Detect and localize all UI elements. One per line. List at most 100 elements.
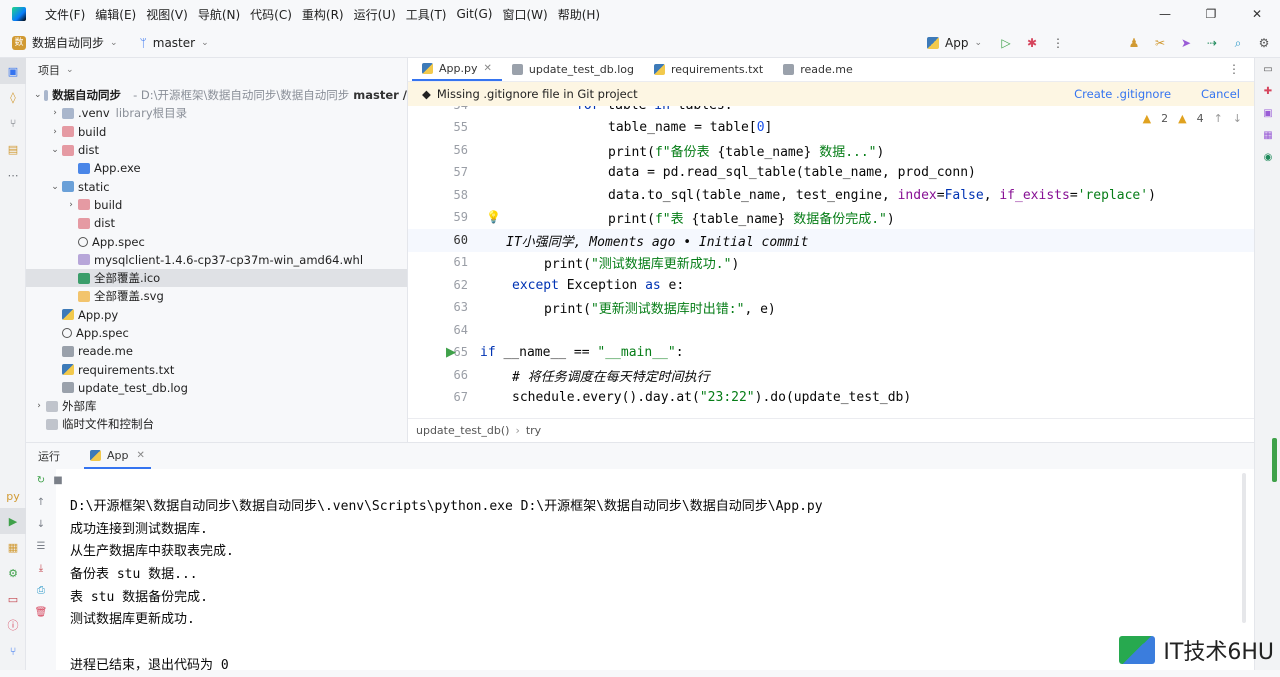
bookmarks-icon[interactable]: ▤ bbox=[0, 136, 26, 162]
run-icon[interactable]: ▷ bbox=[998, 35, 1014, 51]
breadcrumb-function[interactable]: update_test_db() bbox=[416, 424, 509, 437]
menu-view[interactable]: 视图(V) bbox=[141, 6, 193, 23]
stop-icon[interactable]: ■ bbox=[48, 469, 68, 491]
scroll-down-icon[interactable]: ↓ bbox=[26, 513, 56, 535]
scroll-to-end-icon[interactable]: ⤓ bbox=[26, 557, 56, 579]
print-icon[interactable]: ⎙ bbox=[26, 579, 56, 601]
cancel-link[interactable]: Cancel bbox=[1201, 87, 1240, 101]
tab-reade-me[interactable]: reade.me bbox=[773, 57, 863, 81]
scroll-indicator[interactable] bbox=[1272, 438, 1277, 482]
arrow-up-icon[interactable]: ↑ bbox=[1214, 112, 1223, 125]
menu-file[interactable]: 文件(F) bbox=[40, 6, 90, 23]
ai-assistant-icon[interactable]: ✚ bbox=[1255, 80, 1280, 102]
menu-code[interactable]: 代码(C) bbox=[245, 6, 297, 23]
inspection-widget[interactable]: ▲ 2 ▲ 4 ↑ ↓ bbox=[1143, 112, 1242, 125]
menu-edit[interactable]: 编辑(E) bbox=[90, 6, 141, 23]
chevron-right-icon[interactable]: › bbox=[50, 108, 60, 118]
menu-tools[interactable]: 工具(T) bbox=[401, 6, 452, 23]
lightbulb-icon[interactable]: 💡 bbox=[486, 210, 501, 224]
breadcrumb-try[interactable]: try bbox=[526, 424, 541, 437]
chevron-right-icon[interactable]: › bbox=[66, 200, 76, 210]
tree-item[interactable]: mysqlclient-1.4.6-cp37-cp37m-win_amd64.w… bbox=[26, 251, 407, 269]
close-tab-icon[interactable]: ✕ bbox=[483, 63, 491, 74]
tree-item[interactable]: ⌄dist bbox=[26, 141, 407, 159]
git-push-icon[interactable]: ⇢ bbox=[1204, 35, 1220, 51]
problems-icon[interactable]: ⓘ bbox=[0, 612, 26, 638]
tab-label: update_test_db.log bbox=[529, 63, 634, 76]
tree-item[interactable]: 全部覆盖.ico bbox=[26, 269, 407, 287]
run-gutter-icon[interactable]: ▶ bbox=[446, 345, 456, 360]
run-config-selector[interactable]: App ⌄ bbox=[921, 36, 988, 50]
settings-icon[interactable]: ⚙ bbox=[1256, 35, 1272, 51]
tree-item[interactable]: App.spec bbox=[26, 232, 407, 250]
menu-help[interactable]: 帮助(H) bbox=[553, 6, 605, 23]
create-gitignore-link[interactable]: Create .gitignore bbox=[1074, 87, 1171, 101]
more-tabs-icon[interactable]: ⋮ bbox=[1228, 57, 1240, 81]
tab-app-py[interactable]: App.py ✕ bbox=[412, 57, 502, 81]
menu-window[interactable]: 窗口(W) bbox=[497, 6, 552, 23]
chevron-right-icon[interactable]: › bbox=[50, 127, 60, 137]
more-icon[interactable]: ⋮ bbox=[1050, 35, 1066, 51]
run-tab-app[interactable]: App ✕ bbox=[84, 443, 151, 469]
branch-switcher[interactable]: ᛘ master ⌄ bbox=[134, 36, 215, 50]
database-icon[interactable]: ▦ bbox=[1255, 124, 1280, 146]
tab-update-test-db-log[interactable]: update_test_db.log bbox=[502, 57, 644, 81]
pull-requests-icon[interactable]: ⑂ bbox=[0, 110, 26, 136]
chevron-down-icon[interactable]: ⌄ bbox=[50, 182, 60, 192]
coverage-icon[interactable]: ◉ bbox=[1255, 146, 1280, 168]
build-tools-icon[interactable]: ✂ bbox=[1152, 35, 1168, 51]
menu-git[interactable]: Git(G) bbox=[451, 7, 497, 21]
close-tab-icon[interactable]: ✕ bbox=[137, 450, 145, 461]
soft-wrap-icon[interactable]: ☰ bbox=[26, 535, 56, 557]
tree-item[interactable]: ⌄static bbox=[26, 177, 407, 195]
code-view[interactable]: 54for table in tables: 55table_name = ta… bbox=[408, 106, 1254, 418]
tree-item[interactable]: update_test_db.log bbox=[26, 379, 407, 397]
scroll-up-icon[interactable]: ↑ bbox=[26, 491, 56, 513]
tree-item[interactable]: App.spec bbox=[26, 324, 407, 342]
tree-item[interactable]: requirements.txt bbox=[26, 360, 407, 378]
console-scrollbar[interactable] bbox=[1242, 473, 1246, 623]
arrow-down-icon[interactable]: ↓ bbox=[1233, 112, 1242, 125]
send-icon[interactable]: ➤ bbox=[1178, 35, 1194, 51]
terminal-icon[interactable]: ▭ bbox=[0, 586, 26, 612]
tree-item[interactable]: ›build bbox=[26, 123, 407, 141]
python-console-icon[interactable]: ⚙ bbox=[0, 560, 26, 586]
git-icon[interactable]: ⑂ bbox=[0, 638, 26, 664]
tree-item[interactable]: ›build bbox=[26, 196, 407, 214]
services-icon[interactable]: ▦ bbox=[0, 534, 26, 560]
sciview-icon[interactable]: ▣ bbox=[1255, 102, 1280, 124]
tree-item[interactable]: dist bbox=[26, 214, 407, 232]
close-icon[interactable]: ✕ bbox=[1234, 7, 1280, 21]
notifications-icon[interactable]: ▭ bbox=[1255, 58, 1280, 80]
project-view-icon[interactable]: ▣ bbox=[0, 58, 26, 84]
tree-item[interactable]: ⌄数据自动同步- D:\开源框架\数据自动同步\数据自动同步master / bbox=[26, 86, 407, 104]
tree-item[interactable]: App.exe bbox=[26, 159, 407, 177]
users-icon[interactable]: ♟ bbox=[1126, 35, 1142, 51]
project-panel-header[interactable]: 项目 ⌄ bbox=[26, 58, 407, 82]
chevron-down-icon[interactable]: ⌄ bbox=[34, 90, 42, 100]
tree-item[interactable]: ›.venvlibrary根目录 bbox=[26, 104, 407, 122]
tree-item-label: App.spec bbox=[76, 326, 129, 340]
run-tool-icon[interactable]: ▶ bbox=[0, 508, 26, 534]
minimize-icon[interactable]: — bbox=[1142, 7, 1188, 21]
tree-item[interactable]: 临时文件和控制台 bbox=[26, 415, 407, 433]
delete-icon[interactable]: 🗑 bbox=[26, 601, 56, 623]
tree-item[interactable]: reade.me bbox=[26, 342, 407, 360]
debug-icon[interactable]: ✱ bbox=[1024, 35, 1040, 51]
project-switcher[interactable]: 数 数据自动同步 ⌄ bbox=[6, 34, 124, 51]
restore-icon[interactable]: ❐ bbox=[1188, 7, 1234, 21]
tree-item[interactable]: 全部覆盖.svg bbox=[26, 287, 407, 305]
more-tools-icon[interactable]: ⋯ bbox=[0, 162, 26, 188]
tree-item[interactable]: ›外部库 bbox=[26, 397, 407, 415]
chevron-right-icon[interactable]: › bbox=[34, 401, 44, 411]
console-output[interactable]: D:\开源框架\数据自动同步\数据自动同步\.venv\Scripts\pyth… bbox=[70, 495, 823, 677]
chevron-down-icon[interactable]: ⌄ bbox=[50, 145, 60, 155]
search-icon[interactable]: ⌕ bbox=[1230, 35, 1246, 51]
menu-navigate[interactable]: 导航(N) bbox=[193, 6, 245, 23]
commit-icon[interactable]: ◊ bbox=[0, 84, 26, 110]
python-packages-icon[interactable]: py bbox=[0, 483, 26, 509]
menu-refactor[interactable]: 重构(R) bbox=[297, 6, 349, 23]
menu-run[interactable]: 运行(U) bbox=[349, 6, 401, 23]
tab-requirements-txt[interactable]: requirements.txt bbox=[644, 57, 773, 81]
tree-item[interactable]: App.py bbox=[26, 306, 407, 324]
